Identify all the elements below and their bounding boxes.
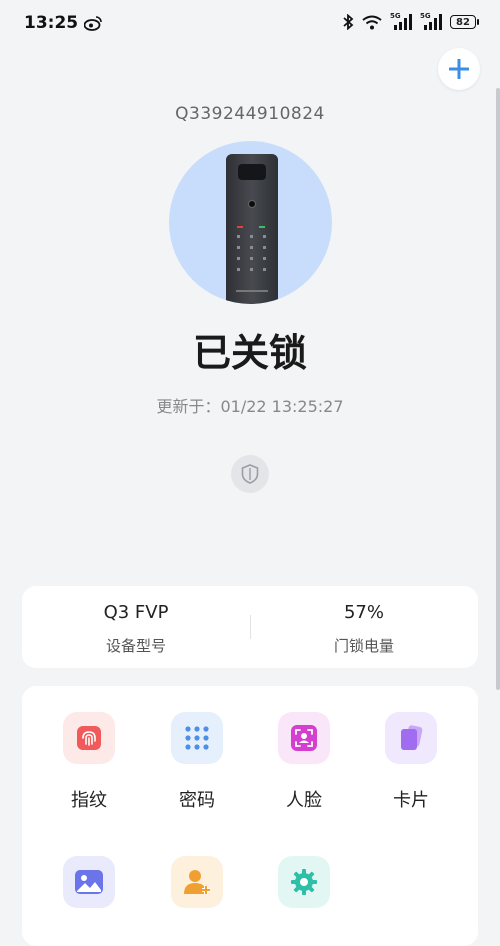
func-card[interactable]: 卡片 [357, 712, 465, 812]
lock-battery-value: 57% [343, 602, 384, 623]
card-icon [385, 712, 437, 764]
device-model-label: 设备型号 [105, 637, 166, 655]
fingerprint-icon [63, 712, 115, 764]
function-grid: 指纹 密码 人脸 卡片 [22, 686, 478, 946]
scrollbar[interactable] [496, 88, 500, 690]
lock-battery-label: 门锁电量 [333, 637, 394, 655]
image-icon [63, 856, 115, 908]
add-user-icon [171, 856, 223, 908]
add-device-button[interactable] [438, 48, 480, 90]
face-scan-icon [278, 712, 330, 764]
func-password[interactable]: 密码 [143, 712, 251, 812]
battery-icon: 82 [450, 15, 479, 29]
func-fingerprint[interactable]: 指纹 [35, 712, 143, 812]
security-button[interactable] [231, 455, 269, 493]
func-label: 密码 [179, 790, 215, 811]
device-image [169, 141, 332, 304]
signal-5g-icon: 5G [390, 12, 412, 30]
func-label: 人脸 [286, 790, 322, 811]
func-face[interactable]: 人脸 [250, 712, 358, 812]
status-bar: 13:25 5G 5G 82 [0, 0, 500, 48]
wifi-icon [362, 15, 382, 29]
lock-battery: 57% 门锁电量 [250, 586, 478, 668]
bluetooth-icon [343, 14, 354, 30]
updated-time: 更新于：01/22 13:25:27 [156, 397, 344, 416]
func-settings[interactable] [250, 856, 358, 908]
plus-icon [449, 59, 469, 79]
device-model-value: Q3 FVP [103, 602, 169, 623]
device-model: Q3 FVP 设备型号 [22, 586, 250, 668]
settings-icon [278, 856, 330, 908]
lock-status: 已关锁 [192, 331, 307, 375]
keypad-icon [171, 712, 223, 764]
signal-5g-icon: 5G [420, 12, 442, 30]
status-time: 13:25 [24, 13, 79, 33]
func-label: 卡片 [393, 790, 429, 811]
weibo-icon [84, 16, 102, 31]
func-image[interactable] [35, 856, 143, 908]
func-add-user[interactable] [143, 856, 251, 908]
device-id: Q339244910824 [175, 104, 325, 124]
shield-icon [241, 464, 259, 484]
device-info-card: Q3 FVP 设备型号 57% 门锁电量 [22, 586, 478, 668]
smart-lock-illustration [226, 154, 278, 304]
func-label: 指纹 [71, 790, 107, 811]
battery-level: 82 [456, 16, 470, 28]
